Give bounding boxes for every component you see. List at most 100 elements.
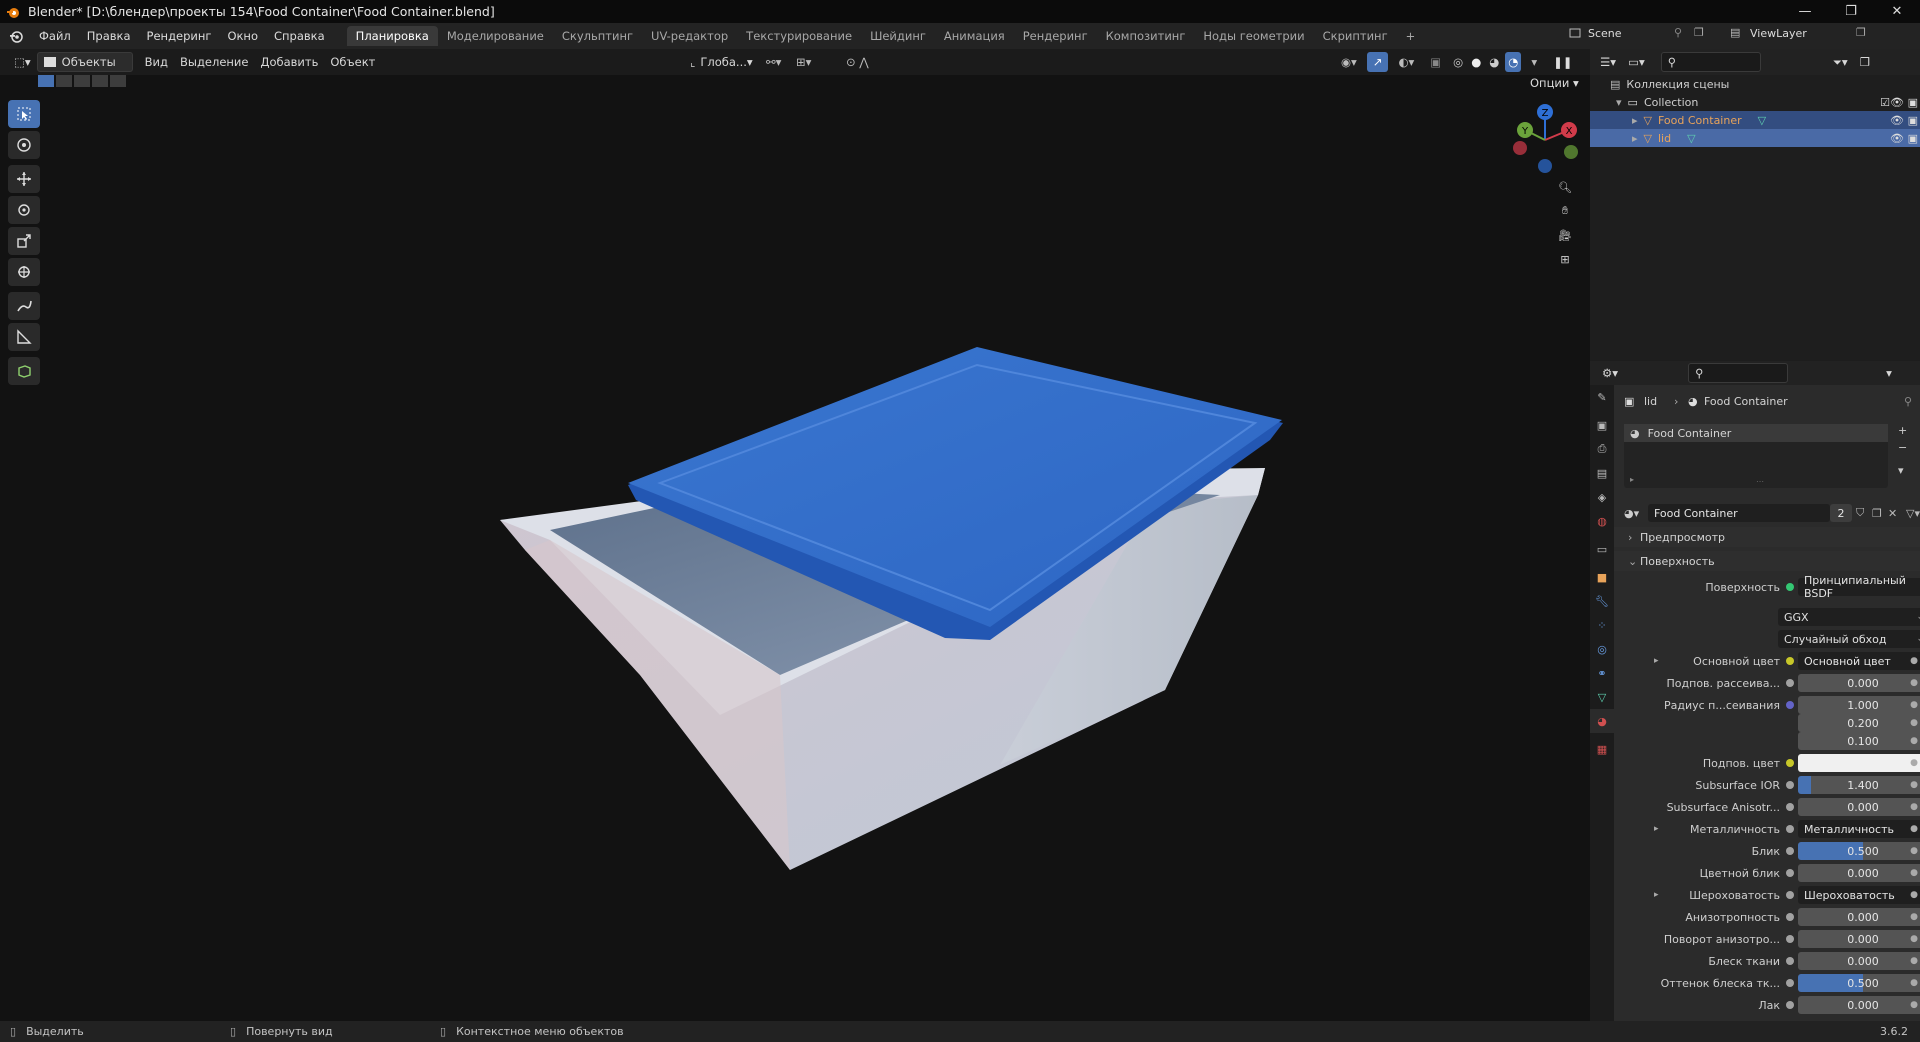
panel-surface[interactable]: ⌄ Поверхность — [1614, 551, 1920, 571]
numeric-field[interactable]: 0.500 — [1798, 842, 1920, 860]
keyframe-dot-icon[interactable]: ● — [1910, 700, 1918, 710]
numeric-field[interactable]: 0.000 — [1798, 996, 1920, 1014]
world-tab-icon[interactable]: ◍ — [1590, 509, 1614, 533]
slot-menu-icon[interactable]: ▾ — [1898, 464, 1907, 477]
menu-object[interactable]: Объект — [324, 52, 381, 72]
visibility-icon[interactable]: ◉▾ — [1335, 52, 1363, 72]
camera-view-icon[interactable]: 🎥︎ — [1553, 223, 1577, 247]
object-tab-icon[interactable]: ■ — [1590, 565, 1614, 589]
shading-material-icon[interactable]: ◕ — [1487, 52, 1501, 72]
data-tab-icon[interactable]: ▽ — [1590, 685, 1614, 709]
shading-options-icon[interactable]: ▾ — [1525, 52, 1543, 72]
view-layer-name[interactable]: ViewLayer — [1750, 27, 1850, 40]
collection-checkbox-icon[interactable]: ☑ — [1880, 96, 1890, 109]
tool-tab-icon[interactable]: ✎ — [1590, 385, 1614, 409]
socket-icon[interactable] — [1786, 759, 1794, 767]
pin-icon[interactable]: ⚲ — [1674, 26, 1688, 40]
add-cube-tool[interactable] — [8, 357, 40, 385]
orientation-select[interactable]: ⌞ Глоба... ▾ — [684, 52, 759, 72]
menu-window[interactable]: Окно — [219, 23, 266, 49]
numeric-field[interactable]: 0.000 — [1798, 908, 1920, 926]
socket-icon[interactable] — [1786, 679, 1794, 687]
remove-slot-icon[interactable]: − — [1898, 441, 1907, 454]
material-tab-icon[interactable]: ◕ — [1590, 709, 1614, 733]
add-slot-icon[interactable]: + — [1898, 424, 1907, 437]
proportional-edit-icon[interactable]: ⊙ ⋀ — [840, 52, 875, 72]
keyframe-dot-icon[interactable]: ● — [1910, 912, 1918, 922]
render-camera-icon[interactable]: ▣ — [1908, 132, 1918, 145]
menu-help[interactable]: Справка — [266, 23, 333, 49]
eye-icon[interactable]: 👁︎ — [1890, 132, 1904, 145]
keyframe-dot-icon[interactable]: ● — [1910, 758, 1918, 768]
shading-rendered-icon[interactable]: ◔ — [1505, 52, 1522, 72]
shading-solid-icon[interactable]: ● — [1469, 52, 1483, 72]
socket-icon[interactable] — [1786, 1001, 1794, 1009]
editor-type-icon[interactable]: ⬚▾ — [8, 52, 37, 72]
shader-socket-icon[interactable] — [1786, 583, 1794, 591]
distribution-dropdown[interactable]: GGX⌄ — [1778, 608, 1920, 626]
outliner-editor-type-icon[interactable]: ☰▾ — [1594, 52, 1622, 72]
material-type-icon[interactable]: ▽▾ — [1906, 507, 1920, 520]
rotate-tool[interactable] — [8, 196, 40, 224]
tab-texture-paint[interactable]: Текстурирование — [737, 26, 861, 46]
close-button[interactable]: ✕ — [1874, 0, 1920, 23]
tab-animation[interactable]: Анимация — [935, 26, 1014, 46]
mode-select[interactable]: Объекты — [36, 52, 133, 72]
mesh-data-icon[interactable]: ▽ — [1687, 132, 1695, 145]
keyframe-dot-icon[interactable]: ● — [1910, 868, 1918, 878]
keyframe-dot-icon[interactable]: ● — [1910, 890, 1918, 900]
numeric-field[interactable]: 0.000 — [1798, 674, 1920, 692]
linked-input-field[interactable]: Основной цвет — [1798, 652, 1920, 670]
socket-icon[interactable] — [1786, 657, 1794, 665]
panel-preview[interactable]: › Предпросмотр — [1614, 527, 1920, 547]
material-browse-icon[interactable]: ◕▾ — [1624, 507, 1639, 520]
expand-socket-icon[interactable]: ▸ — [1654, 890, 1659, 900]
list-resize-handle[interactable]: ⋯ — [1756, 477, 1764, 486]
modifier-tab-icon[interactable]: 🔧︎ — [1590, 589, 1614, 613]
list-expand-icon[interactable]: ▸ — [1630, 475, 1634, 484]
eye-icon[interactable]: 👁︎ — [1890, 96, 1904, 109]
socket-icon[interactable] — [1786, 891, 1794, 899]
color-swatch[interactable] — [1798, 754, 1920, 772]
new-view-layer-icon[interactable]: ❐ — [1856, 26, 1870, 40]
overlay-icon[interactable]: ◐▾ — [1392, 52, 1420, 72]
pause-render-icon[interactable]: ❚❚ — [1547, 52, 1578, 72]
shading-wireframe-icon[interactable]: ◎ — [1451, 52, 1465, 72]
numeric-field[interactable]: 1.400 — [1798, 776, 1920, 794]
subsurface-method-dropdown[interactable]: Случайный обход⌄ — [1778, 630, 1920, 648]
pivot-icon[interactable]: ⚯▾ — [760, 52, 787, 72]
tab-modeling[interactable]: Моделирование — [438, 26, 553, 46]
numeric-field[interactable]: 0.000 — [1798, 798, 1920, 816]
snap-icon[interactable]: ⊞▾ — [790, 52, 817, 72]
scale-tool[interactable] — [8, 227, 40, 255]
cursor-tool[interactable] — [8, 131, 40, 159]
fake-user-icon[interactable]: ⛉ — [1856, 506, 1864, 520]
gizmo-toggle-icon[interactable]: ↗ — [1366, 52, 1389, 72]
tab-geometry-nodes[interactable]: Ноды геометрии — [1194, 26, 1313, 46]
render-camera-icon[interactable]: ▣ — [1908, 114, 1918, 127]
surface-shader-field[interactable]: Принципиальный BSDF — [1798, 574, 1920, 600]
menu-file[interactable]: Файл — [31, 23, 79, 49]
keyframe-dot-icon[interactable]: ● — [1910, 678, 1918, 688]
transform-tool[interactable] — [8, 258, 40, 286]
xray-icon[interactable]: ▣ — [1424, 52, 1447, 72]
scene-tab-icon[interactable]: ◈ — [1590, 485, 1614, 509]
pin-icon[interactable]: ⚲ — [1904, 395, 1912, 408]
linked-input-field[interactable]: Шероховатость — [1798, 886, 1920, 904]
socket-icon[interactable] — [1786, 979, 1794, 987]
tab-shading[interactable]: Шейдинг — [861, 26, 935, 46]
properties-editor-type-icon[interactable]: ⚙▾ — [1596, 363, 1624, 383]
socket-icon[interactable] — [1786, 803, 1794, 811]
new-collection-icon[interactable]: ❐ — [1854, 52, 1876, 72]
expand-socket-icon[interactable]: ▸ — [1654, 656, 1659, 666]
numeric-field[interactable]: 0.100 — [1798, 732, 1920, 750]
menu-edit[interactable]: Правка — [79, 23, 139, 49]
keyframe-dot-icon[interactable]: ● — [1910, 934, 1918, 944]
keyframe-dot-icon[interactable]: ● — [1910, 736, 1918, 746]
tab-layout[interactable]: Планировка — [346, 26, 438, 46]
outliner-search-input[interactable]: ⚲ — [1660, 52, 1761, 72]
menu-add[interactable]: Добавить — [254, 52, 324, 72]
numeric-field[interactable]: 0.500 — [1798, 974, 1920, 992]
tab-rendering[interactable]: Рендеринг — [1014, 26, 1097, 46]
properties-search-input[interactable]: ⚲ — [1688, 363, 1789, 383]
